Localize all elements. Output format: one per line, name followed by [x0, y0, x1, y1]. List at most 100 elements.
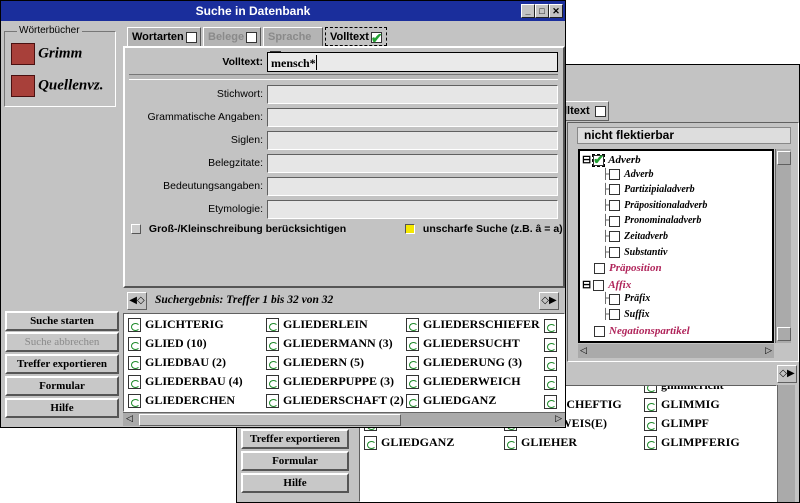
case-sensitive-checkbox[interactable] — [131, 224, 141, 235]
tree-item[interactable]: ├ Adverb — [602, 169, 654, 180]
hit-item[interactable]: GLIEDERPUPPE (3) — [266, 374, 394, 390]
tree-checkbox[interactable]: ✔ — [592, 152, 606, 168]
tab-checkbox[interactable] — [185, 31, 197, 43]
tab-checkbox[interactable]: ✔ — [370, 30, 383, 46]
hit-item[interactable]: GLIEDERLEIN — [266, 317, 368, 333]
hit-item[interactable]: GLIED (10) — [128, 336, 207, 352]
tab-sprache[interactable]: Sprache — [263, 27, 323, 62]
tree-item[interactable]: ├ Präpositionaladverb — [602, 200, 707, 211]
tab-checkbox[interactable] — [246, 31, 258, 43]
tab-volltext[interactable]: Volltext ✔ — [325, 27, 387, 46]
prev-page-icon[interactable]: ◀◇ — [127, 292, 147, 310]
hit-item[interactable]: GLIEDERSCHAFT (2) — [266, 393, 404, 409]
tree-item[interactable]: ├ Substantiv — [602, 247, 667, 258]
tree-item[interactable]: ⊟ ✔ Adverb — [582, 152, 641, 168]
fuzzy-search-option[interactable]: unscharfe Suche (z.B. â = a) — [405, 223, 563, 235]
hit-item[interactable]: GLIEDERMANN (3) — [266, 336, 393, 352]
back-reset-button[interactable]: Formular zurücksetzen — [241, 451, 349, 484]
hit-item[interactable]: GLIEDBAU (2) — [128, 355, 226, 371]
search-field-bedeutungsangaben[interactable] — [267, 177, 558, 196]
tree-checkbox[interactable] — [609, 293, 621, 305]
volltext-field[interactable]: mensch* — [267, 52, 558, 72]
tree-scrollbar-v[interactable] — [775, 149, 791, 343]
tree-checkbox[interactable] — [609, 309, 621, 321]
tab-belege[interactable]: Belege — [203, 27, 261, 46]
tree-checkbox[interactable] — [594, 325, 605, 337]
tree-checkbox[interactable] — [609, 215, 621, 227]
hit-item[interactable]: GLIEDERSUCHT — [406, 336, 520, 352]
document-icon — [406, 394, 419, 409]
hit-item[interactable]: GLIMMIG — [644, 397, 720, 413]
scroll-right-icon[interactable]: ▷ — [555, 413, 562, 424]
tree-checkbox[interactable] — [593, 280, 605, 291]
collapse-icon[interactable]: ⊟ — [582, 279, 591, 291]
hit-item[interactable]: glimmericht — [644, 386, 724, 394]
tree-label: Adverb — [624, 168, 654, 180]
tree-item[interactable]: ├ Partizipialadverb — [602, 184, 695, 196]
reset-form-button[interactable]: Formular zurücksetzen — [5, 376, 119, 409]
tree-checkbox[interactable] — [594, 263, 605, 275]
back-help-button[interactable]: Hilfe — [241, 473, 349, 493]
tree-checkbox[interactable] — [609, 168, 621, 180]
dictionary-quellenvz[interactable]: Quellenvz. — [11, 75, 103, 99]
help-button[interactable]: Hilfe — [5, 398, 119, 418]
tree-item[interactable]: ├ Präfix — [602, 293, 650, 305]
hit-item[interactable]: GLIEDERUNG (3) — [406, 355, 522, 371]
close-button[interactable]: ✕ — [549, 4, 563, 18]
main-titlebar[interactable]: Suche in Datenbank _ □ ✕ — [1, 1, 565, 21]
hit-item[interactable]: GLIEDGANZ — [406, 393, 496, 409]
document-icon — [266, 356, 279, 371]
export-hits-button[interactable]: Treffer exportieren — [5, 354, 119, 374]
tab-wortarten[interactable]: Wortarten — [127, 27, 201, 46]
field-label: Bedeutungsangaben: — [163, 180, 263, 192]
tree-item[interactable]: ⊟ Affix — [582, 278, 631, 291]
scroll-thumb[interactable] — [139, 414, 401, 426]
hit-item[interactable]: GLIEDERBAU (4) — [128, 374, 243, 390]
tree-item[interactable]: Negationspartikel — [582, 325, 690, 337]
start-search-button[interactable]: Suche starten — [5, 311, 119, 331]
search-field-stichwort[interactable] — [267, 85, 558, 104]
maximize-button[interactable]: □ — [535, 4, 549, 18]
tree-checkbox[interactable] — [609, 184, 621, 196]
hit-item[interactable]: GLIMPF — [644, 416, 709, 432]
scroll-left-icon[interactable]: ◁ — [126, 413, 133, 424]
tree-item[interactable]: ├ Suffix — [602, 309, 649, 321]
tree-item[interactable]: ├ Pronominaladverb — [602, 215, 701, 227]
tree-scrollbar-h[interactable]: ◁ ▷ — [578, 344, 774, 358]
tab-label: Belege — [208, 31, 245, 43]
category-tree: ⊟ ✔ Adverb ├ Adverb ├ Partizipialadverb ├ Präpos… — [578, 149, 774, 343]
hit-item[interactable]: GLICHTERIG — [128, 317, 224, 333]
scroll-left-icon[interactable]: ◁ — [580, 345, 587, 356]
next-page-icon[interactable]: ◇▶ — [539, 292, 559, 310]
hit-item[interactable]: GLIEDERCHEN — [128, 393, 235, 409]
minimize-button[interactable]: _ — [521, 4, 535, 18]
back-export-button[interactable]: Treffer exportieren — [241, 429, 349, 449]
hit-item[interactable]: GLIEDERWEICH — [406, 374, 521, 390]
collapse-icon[interactable]: ⊟ — [582, 154, 591, 166]
document-icon — [544, 319, 557, 333]
tree-checkbox[interactable] — [609, 231, 621, 243]
dictionary-grimm[interactable]: Grimm — [11, 43, 82, 67]
hit-item[interactable]: GLIEDERSCHIEFER — [406, 317, 540, 333]
hit-item[interactable]: GLIMPFERIG — [644, 435, 740, 451]
fuzzy-search-checkbox[interactable] — [405, 224, 415, 235]
field-label: Siglen: — [230, 134, 263, 146]
search-field-grammatische-angaben[interactable] — [267, 108, 558, 127]
back-hits-scrollbar[interactable] — [777, 385, 795, 502]
search-field-siglen[interactable] — [267, 131, 558, 150]
hits-scrollbar-h[interactable]: ◁ ▷ — [123, 412, 565, 426]
back-tab-volltext-checkbox[interactable] — [594, 105, 606, 117]
case-sensitive-option[interactable]: Groß-/Kleinschreibung berücksichtigen — [131, 223, 346, 235]
search-field-etymologie[interactable] — [267, 200, 558, 219]
tree-checkbox[interactable] — [609, 246, 621, 258]
scroll-right-icon[interactable]: ▷ — [765, 345, 772, 356]
tree-item[interactable]: ├ Zeitadverb — [602, 231, 668, 243]
hit-item[interactable]: GLIEDERN (5) — [266, 355, 364, 371]
hit-item[interactable]: GLIEHER — [504, 435, 577, 451]
hit-item[interactable]: GLIEDGANZ — [364, 435, 454, 451]
search-field-belegzitate[interactable] — [267, 154, 558, 173]
document-icon — [128, 394, 141, 409]
back-next-page-icon[interactable]: ◇▶ — [777, 365, 797, 383]
tree-checkbox[interactable] — [609, 200, 621, 211]
tree-item[interactable]: Präposition — [582, 262, 662, 275]
